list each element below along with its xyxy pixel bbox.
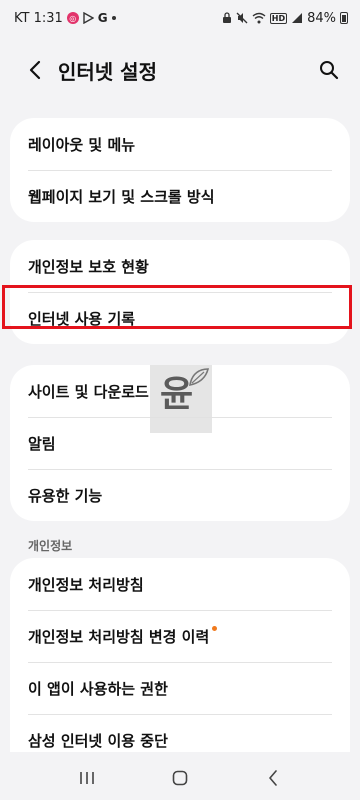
browsing-history-item[interactable]: 인터넷 사용 기록 bbox=[10, 292, 350, 344]
nav-back-button[interactable] bbox=[253, 758, 293, 798]
google-icon: G bbox=[97, 11, 108, 25]
useful-features-label: 유용한 기능 bbox=[28, 486, 103, 505]
webpage-view-scroll-item[interactable]: 웹페이지 보기 및 스크롤 방식 bbox=[10, 170, 350, 222]
settings-group-layout: 레이아웃 및 메뉴 웹페이지 보기 및 스크롤 방식 bbox=[10, 118, 350, 222]
more-dot-icon bbox=[111, 16, 116, 20]
webpage-view-scroll-label: 웹페이지 보기 및 스크롤 방식 bbox=[28, 187, 215, 206]
recents-icon bbox=[79, 771, 94, 784]
battery-icon bbox=[340, 12, 348, 24]
wifi-icon bbox=[252, 12, 266, 24]
app-header: 인터넷 설정 bbox=[0, 48, 360, 92]
layout-menu-label: 레이아웃 및 메뉴 bbox=[28, 135, 136, 154]
app-permissions-label: 이 앱이 사용하는 권한 bbox=[28, 679, 168, 698]
new-badge-dot bbox=[212, 625, 218, 631]
sites-downloads-label: 사이트 및 다운로드 bbox=[28, 382, 149, 401]
settings-group-privacy-status: 개인정보 보호 현황 인터넷 사용 기록 bbox=[10, 240, 350, 344]
status-left: KT 1:31 ◎ G bbox=[14, 11, 116, 26]
play-store-icon bbox=[83, 12, 94, 24]
section-label-privacy: 개인정보 bbox=[28, 539, 73, 553]
useful-features-item[interactable]: 유용한 기능 bbox=[10, 469, 350, 521]
browsing-history-label: 인터넷 사용 기록 bbox=[28, 309, 136, 328]
instagram-icon: ◎ bbox=[66, 12, 79, 24]
leaf-icon bbox=[189, 368, 210, 387]
battery-percent: 84% bbox=[307, 10, 336, 26]
back-icon bbox=[269, 769, 278, 786]
home-icon bbox=[172, 770, 188, 785]
page-title: 인터넷 설정 bbox=[58, 59, 157, 84]
status-right: HD 84% bbox=[222, 11, 348, 26]
hd-icon: HD bbox=[269, 12, 288, 24]
lock-icon bbox=[222, 12, 232, 24]
signal-icon bbox=[291, 12, 303, 24]
privacy-policy-label: 개인정보 처리방침 bbox=[28, 575, 144, 594]
status-time: KT 1:31 bbox=[14, 10, 63, 26]
watermark-logo: 윤 bbox=[150, 365, 212, 433]
privacy-policy-history-label: 개인정보 처리방침 변경 이력 bbox=[28, 627, 210, 646]
notifications-label: 알림 bbox=[28, 434, 56, 453]
mute-icon bbox=[236, 12, 248, 24]
settings-group-privacy: 개인정보 처리방침 개인정보 처리방침 변경 이력 이 앱이 사용하는 권한 삼… bbox=[10, 558, 350, 752]
privacy-policy-history-item[interactable]: 개인정보 처리방침 변경 이력 bbox=[10, 610, 350, 662]
stop-using-item[interactable]: 삼성 인터넷 이용 중단 bbox=[10, 714, 350, 752]
privacy-policy-item[interactable]: 개인정보 처리방침 bbox=[10, 558, 350, 610]
back-chevron-icon bbox=[29, 60, 41, 80]
home-button[interactable] bbox=[160, 758, 200, 798]
layout-menu-item[interactable]: 레이아웃 및 메뉴 bbox=[10, 118, 350, 170]
search-button[interactable] bbox=[314, 55, 344, 85]
app-permissions-item[interactable]: 이 앱이 사용하는 권한 bbox=[10, 662, 350, 714]
privacy-status-label: 개인정보 보호 현황 bbox=[28, 257, 149, 276]
recents-button[interactable] bbox=[67, 758, 107, 798]
back-button[interactable] bbox=[20, 55, 50, 85]
privacy-status-item[interactable]: 개인정보 보호 현황 bbox=[10, 240, 350, 292]
stop-using-label: 삼성 인터넷 이용 중단 bbox=[28, 731, 168, 750]
status-bar: KT 1:31 ◎ G HD 84% bbox=[0, 0, 360, 36]
navigation-bar bbox=[0, 755, 360, 800]
search-icon bbox=[320, 61, 339, 80]
